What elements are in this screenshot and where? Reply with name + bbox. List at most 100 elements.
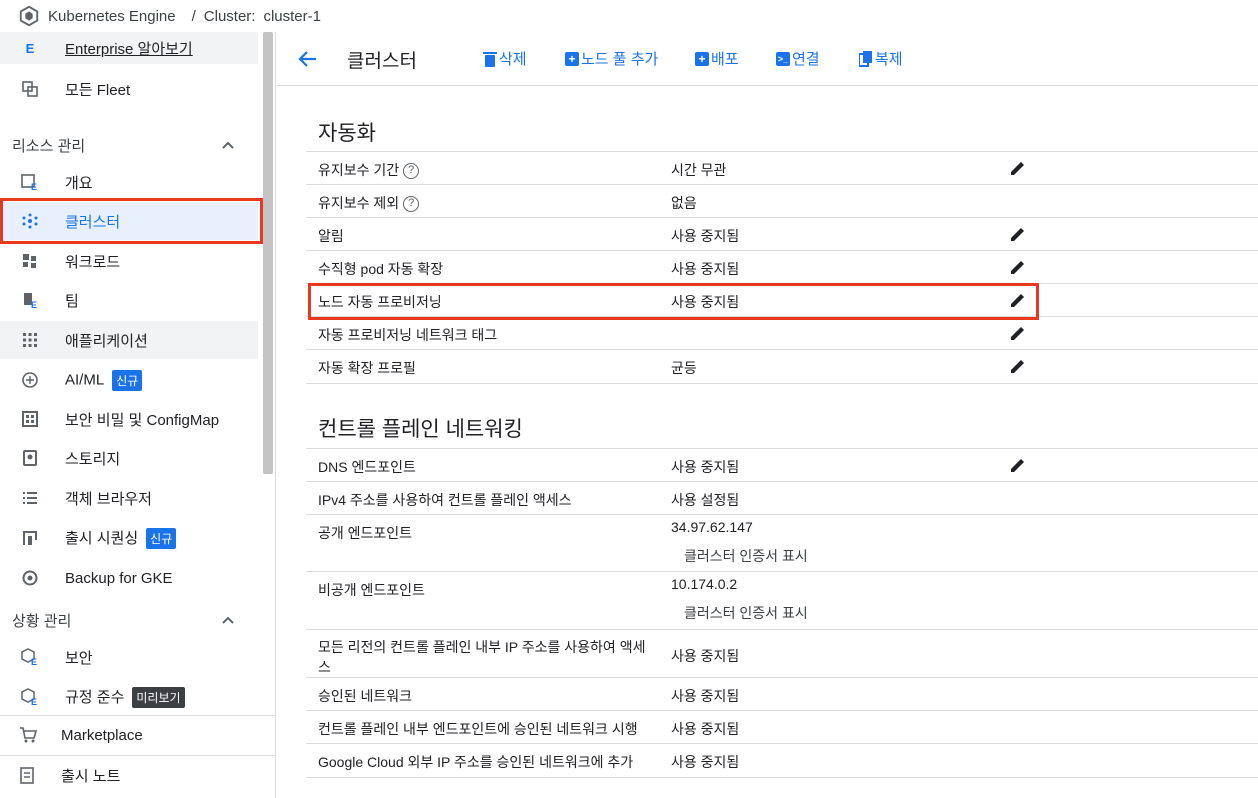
back-arrow-icon[interactable] bbox=[297, 48, 319, 70]
duplicate-button[interactable]: 복제 bbox=[859, 48, 903, 69]
sidebar-item-workloads[interactable]: 워크로드 bbox=[0, 242, 258, 280]
table-row: 수직형 pod 자동 확장 사용 중지됨 bbox=[306, 251, 1258, 284]
row-value: 사용 설정됨 bbox=[671, 492, 740, 508]
sidebar-item-secrets[interactable]: 보안 비밀 및 ConfigMap bbox=[0, 400, 258, 438]
breadcrumb: Kubernetes Engine / Cluster: cluster-1 bbox=[0, 0, 1258, 32]
table-row: 유지보수 기간? 시간 무관 bbox=[306, 152, 1258, 185]
sidebar-item-marketplace[interactable]: Marketplace bbox=[0, 716, 258, 754]
sidebar-item-label: 스토리지 bbox=[65, 450, 121, 468]
edit-pencil-icon[interactable] bbox=[1008, 257, 1028, 277]
sidebar-item-storage[interactable]: 스토리지 bbox=[0, 439, 258, 477]
sidebar-item-label: Marketplace bbox=[61, 726, 143, 744]
table-row: 자동 프로비저닝 네트워크 태그 bbox=[306, 317, 1258, 350]
new-badge: 신규 bbox=[146, 528, 177, 550]
storage-icon bbox=[20, 448, 40, 468]
sidebar: E Enterprise 알아보기 모든 Fleet 리소스 관리 E 개요 클… bbox=[0, 32, 276, 798]
row-value: 사용 중지됨 bbox=[671, 648, 740, 664]
sidebar-item-ai-ml[interactable]: AI/ML 신규 bbox=[0, 361, 258, 399]
section-resources-heading: 리소스 관리 bbox=[12, 138, 86, 155]
highlight-node-auto-provisioning bbox=[308, 283, 1039, 320]
breadcrumb-separator: / bbox=[191, 7, 196, 25]
row-key: 공개 엔드포인트 bbox=[318, 525, 413, 541]
row-value: 사용 중지됨 bbox=[671, 261, 740, 277]
connect-button[interactable]: >_ 연결 bbox=[776, 48, 820, 69]
row-value: 없음 bbox=[671, 195, 697, 211]
sidebar-item-label: 보안 bbox=[65, 649, 93, 667]
backup-icon bbox=[20, 568, 40, 588]
copy-icon bbox=[859, 50, 872, 67]
sidebar-item-overview[interactable]: E 개요 bbox=[0, 163, 258, 201]
sidebar-item-label: 애플리케이션 bbox=[65, 332, 148, 350]
compliance-icon: E bbox=[20, 687, 40, 707]
table-row: 승인된 네트워크 사용 중지됨 bbox=[306, 678, 1258, 711]
delete-button[interactable]: 삭제 bbox=[483, 48, 527, 69]
duplicate-label: 복제 bbox=[875, 51, 903, 68]
sidebar-item-rollout-sequencing[interactable]: 출시 시퀀싱 신규 bbox=[0, 519, 258, 557]
sidebar-item-object-browser[interactable]: 객체 브라우저 bbox=[0, 479, 258, 517]
table-row: 알림 사용 중지됨 bbox=[306, 218, 1258, 251]
sidebar-item-label: Backup for GKE bbox=[65, 569, 173, 587]
help-icon[interactable]: ? bbox=[403, 163, 420, 180]
add-node-pool-button[interactable]: + 노드 풀 추가 bbox=[565, 48, 658, 69]
sidebar-item-label: 객체 브라우저 bbox=[65, 490, 152, 508]
table-row: DNS 엔드포인트 사용 중지됨 bbox=[306, 449, 1258, 482]
delete-label: 삭제 bbox=[499, 51, 527, 68]
row-value: 균등 bbox=[671, 360, 697, 376]
sidebar-item-release-notes[interactable]: 출시 노트 bbox=[0, 756, 258, 794]
row-value: 사용 중지됨 bbox=[671, 721, 740, 737]
show-certificate-link[interactable]: 클러스터 인증서 표시 bbox=[684, 546, 808, 566]
edit-pencil-icon[interactable] bbox=[1008, 356, 1028, 376]
kubernetes-engine-logo-icon bbox=[19, 5, 39, 27]
show-certificate-link[interactable]: 클러스터 인증서 표시 bbox=[684, 603, 808, 623]
svg-text:E: E bbox=[31, 657, 37, 666]
breadcrumb-cluster-name[interactable]: cluster-1 bbox=[263, 8, 321, 25]
sidebar-scrollbar[interactable] bbox=[263, 32, 273, 474]
row-key: 자동 확장 프로필 bbox=[318, 360, 416, 376]
row-key: 수직형 pod 자동 확장 bbox=[318, 261, 444, 277]
security-icon: E bbox=[20, 647, 40, 667]
sidebar-item-security[interactable]: E 보안 bbox=[0, 638, 258, 676]
row-value: 사용 중지됨 bbox=[671, 459, 740, 475]
sidebar-item-label: 모든 Fleet bbox=[65, 81, 131, 99]
row-key: 승인된 네트워크 bbox=[318, 688, 413, 704]
row-value: 사용 중지됨 bbox=[671, 688, 740, 704]
add-box-icon: + bbox=[695, 51, 709, 66]
sidebar-item-compliance[interactable]: E 규정 준수 미리보기 bbox=[0, 678, 258, 716]
secrets-icon bbox=[20, 409, 40, 429]
breadcrumb-product[interactable]: Kubernetes Engine bbox=[48, 8, 176, 25]
row-key: 유지보수 제외? bbox=[318, 193, 420, 213]
sidebar-item-applications[interactable]: 애플리케이션 bbox=[0, 321, 258, 359]
table-row: 컨트롤 플레인 내부 엔드포인트에 승인된 네트워크 시행 사용 중지됨 bbox=[306, 711, 1258, 744]
row-value: 34.97.62.147 bbox=[671, 519, 753, 535]
sidebar-item-label: 규정 준수 미리보기 bbox=[65, 686, 185, 709]
chevron-up-icon[interactable] bbox=[220, 137, 236, 153]
sidebar-item-label: AI/ML 신규 bbox=[65, 369, 143, 391]
sidebar-item-enterprise[interactable]: E Enterprise 알아보기 bbox=[0, 32, 258, 64]
table-row: IPv4 주소를 사용하여 컨트롤 플레인 액세스 사용 설정됨 bbox=[306, 482, 1258, 515]
teams-icon: E bbox=[20, 290, 40, 310]
edit-pencil-icon[interactable] bbox=[1008, 455, 1028, 475]
edit-pencil-icon[interactable] bbox=[1008, 158, 1028, 178]
table-row: Google Cloud 외부 IP 주소를 승인된 네트워크에 추가 사용 중… bbox=[306, 744, 1258, 778]
sidebar-item-teams[interactable]: E 팀 bbox=[0, 281, 258, 319]
enterprise-icon: E bbox=[25, 40, 35, 56]
automation-section-title: 자동화 bbox=[318, 122, 376, 145]
sidebar-item-label: 워크로드 bbox=[65, 253, 121, 271]
help-icon[interactable]: ? bbox=[403, 196, 420, 213]
table-row: 자동 확장 프로필 균등 bbox=[306, 350, 1258, 384]
overview-icon: E bbox=[20, 172, 40, 192]
row-key: 컨트롤 플레인 내부 엔드포인트에 승인된 네트워크 시행 bbox=[318, 721, 638, 737]
deploy-button[interactable]: + 배포 bbox=[695, 48, 739, 69]
svg-text:E: E bbox=[31, 697, 37, 706]
row-key: 유지보수 기간? bbox=[318, 160, 420, 180]
ai-brain-icon bbox=[20, 370, 40, 390]
sidebar-item-fleet[interactable]: 모든 Fleet bbox=[0, 70, 258, 108]
edit-pencil-icon[interactable] bbox=[1008, 323, 1028, 343]
chevron-up-icon[interactable] bbox=[220, 612, 236, 628]
sidebar-item-label: 출시 노트 bbox=[61, 767, 121, 785]
sidebar-item-label: 보안 비밀 및 ConfigMap bbox=[65, 411, 220, 429]
sidebar-item-backup[interactable]: Backup for GKE bbox=[0, 559, 258, 597]
edit-pencil-icon[interactable] bbox=[1008, 224, 1028, 244]
page-toolbar: 클러스터 삭제 + 노드 풀 추가 + 배포 >_ 연결 복제 bbox=[277, 32, 1258, 86]
deploy-label: 배포 bbox=[711, 51, 739, 68]
